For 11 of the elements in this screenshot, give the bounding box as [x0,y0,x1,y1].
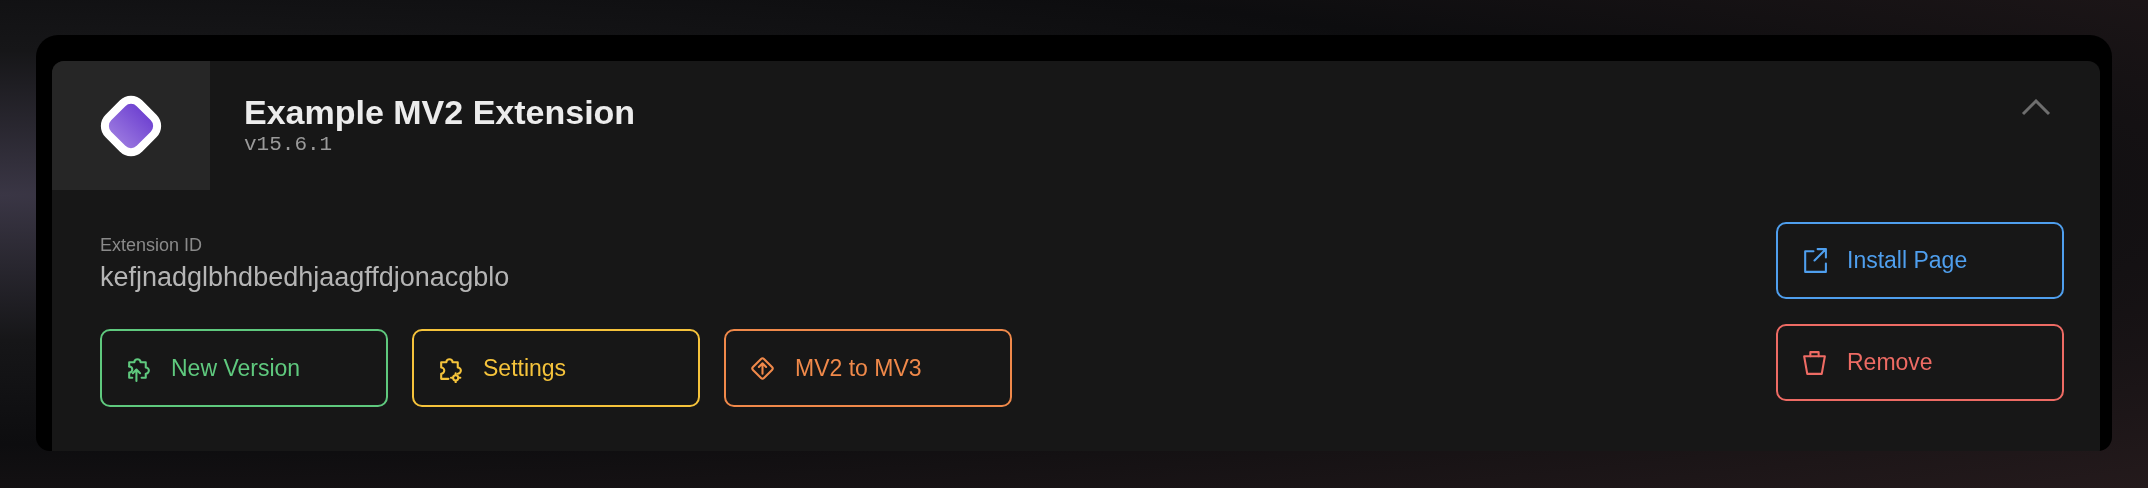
field-label: Extension ID [100,234,204,256]
trash-icon [1800,348,1829,377]
action-button[interactable]: MV2 to MV3 [724,329,1012,407]
action-button[interactable]: New Version [100,329,388,407]
chevron-up-icon [2021,98,2051,116]
action-button[interactable]: Remove [1776,324,2064,401]
version-text: v15.6.1 [244,132,334,157]
action-button[interactable]: Install Page [1776,222,2064,299]
action-button[interactable]: Settings [412,329,700,407]
extension-name: Example MV2 Extension [244,91,637,133]
extension-id: kefjnadglbhdbedhjaagffdjonacgblo [100,261,511,294]
